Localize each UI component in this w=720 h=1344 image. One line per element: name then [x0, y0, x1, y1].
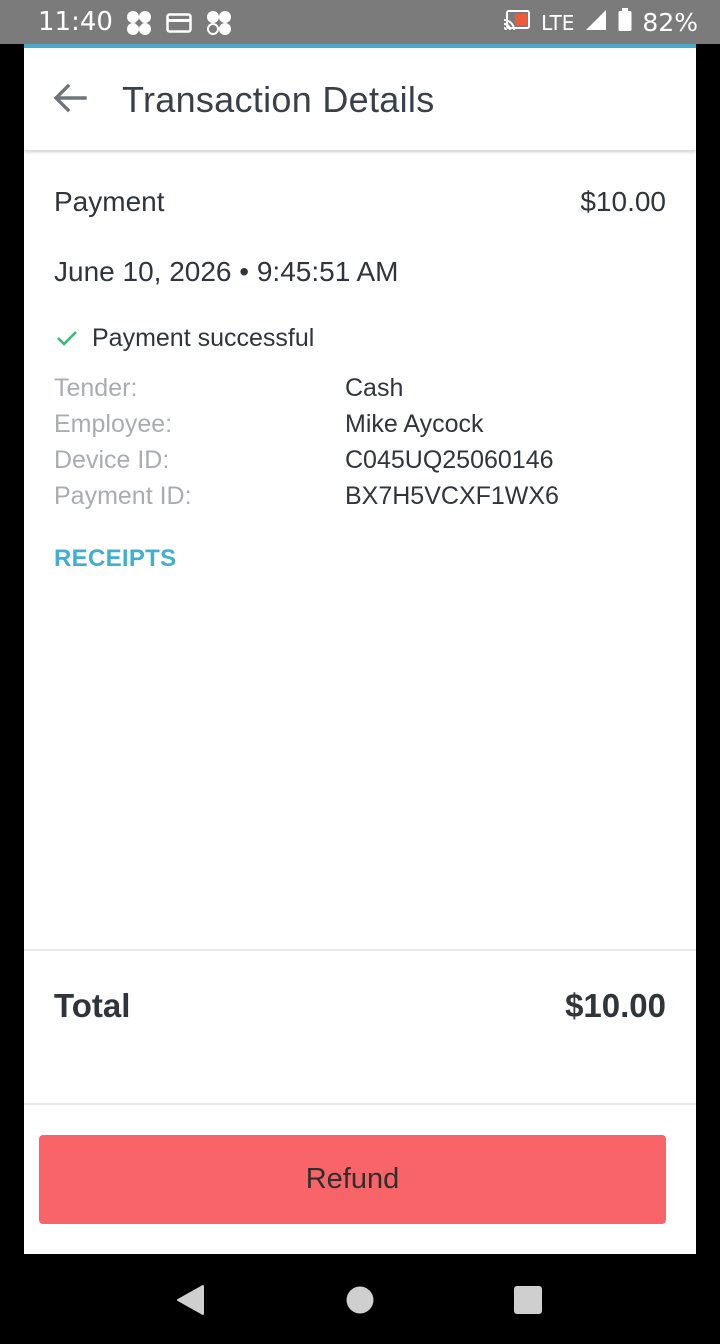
clover-sync-icon: [206, 10, 232, 41]
notification-icons: [126, 10, 232, 41]
payment-label: Payment: [54, 186, 165, 217]
page-title: Transaction Details: [122, 79, 435, 120]
card-icon: [166, 12, 192, 39]
detail-key: Employee:: [54, 410, 173, 438]
check-icon: [54, 325, 80, 351]
detail-key: Payment ID:: [54, 482, 192, 510]
detail-key: Tender:: [54, 374, 138, 402]
detail-row-device-id: Device ID: C045UQ25060146: [54, 442, 666, 478]
payment-status-text: Payment successful: [92, 323, 315, 352]
detail-row-employee: Employee: Mike Aycock: [54, 406, 666, 442]
nav-home-button[interactable]: [344, 1284, 376, 1316]
battery-icon: [618, 8, 632, 38]
back-button[interactable]: [46, 74, 94, 122]
detail-row-tender: Tender: Cash: [54, 370, 666, 406]
total-divider-bottom: [24, 1103, 696, 1105]
detail-value: C045UQ25060146: [345, 446, 554, 474]
transaction-details-list: Tender: Cash Employee: Mike Aycock Devic…: [54, 370, 666, 514]
total-label: Total: [54, 987, 131, 1024]
network-type: LTE: [541, 11, 575, 35]
top-app-bar: Transaction Details: [24, 48, 696, 150]
payment-row: Payment $10.00: [54, 184, 666, 220]
nav-recents-button[interactable]: [512, 1284, 544, 1316]
cast-icon: [503, 9, 531, 37]
receipts-link[interactable]: RECEIPTS: [54, 544, 176, 574]
refund-button[interactable]: Refund: [39, 1135, 666, 1224]
square-recents-icon: [514, 1286, 542, 1314]
total-row: Total $10.00: [54, 984, 666, 1028]
status-bar: 11:40 LTE 82%: [0, 0, 720, 44]
nav-back-button[interactable]: [174, 1284, 206, 1316]
signal-icon: [584, 9, 608, 37]
detail-value: Mike Aycock: [345, 410, 484, 438]
detail-row-payment-id: Payment ID: BX7H5VCXF1WX6: [54, 478, 666, 514]
status-time: 11:40: [38, 7, 113, 37]
payment-status: Payment successful: [54, 322, 314, 354]
detail-value: BX7H5VCXF1WX6: [345, 482, 559, 510]
detail-key: Device ID:: [54, 446, 170, 474]
triangle-back-icon: [177, 1285, 204, 1315]
transaction-datetime: June 10, 2026 • 9:45:51 AM: [54, 256, 399, 287]
arrow-left-icon: [53, 83, 87, 113]
app-screen: Transaction Details Payment $10.00 June …: [24, 48, 696, 1254]
circle-home-icon: [346, 1286, 374, 1314]
battery-percent: 82%: [642, 8, 698, 37]
detail-value: Cash: [345, 374, 404, 402]
total-amount: $10.00: [565, 987, 666, 1024]
system-nav-bar: [0, 1254, 720, 1344]
system-icons: LTE 82%: [503, 8, 698, 38]
payment-amount: $10.00: [580, 186, 666, 217]
clover-icon: [126, 10, 152, 41]
total-divider-top: [24, 949, 696, 951]
